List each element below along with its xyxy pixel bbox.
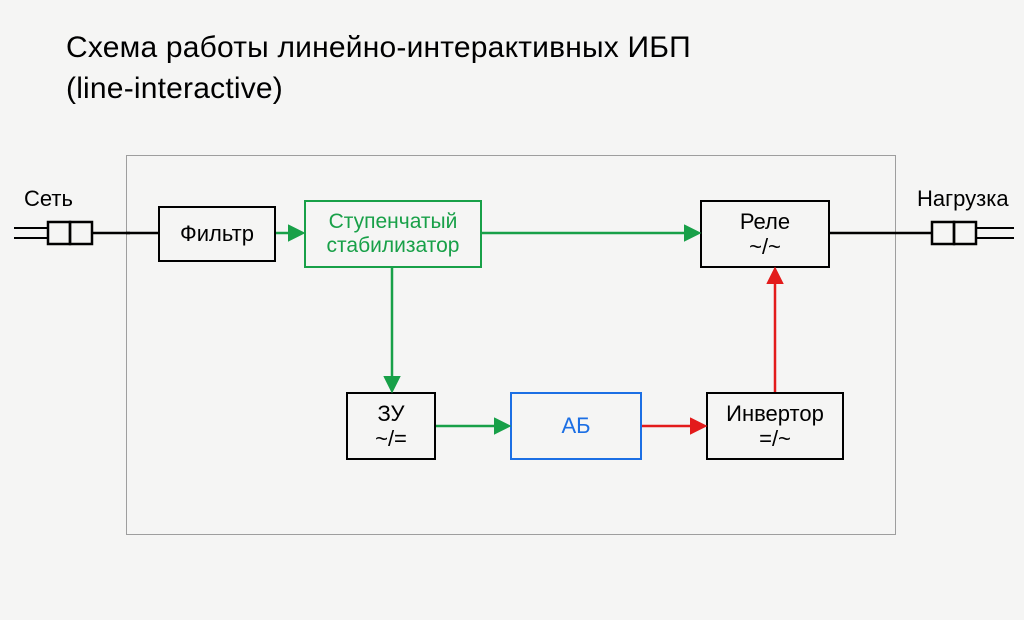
output-label: Нагрузка: [917, 186, 1009, 212]
block-filter: Фильтр: [158, 206, 276, 262]
block-stabilizer: Ступенчатый стабилизатор: [304, 200, 482, 268]
load-plug-icon: [896, 216, 1014, 255]
block-charger-sub: ~/=: [375, 426, 407, 451]
block-stabilizer-line1: Ступенчатый: [329, 210, 458, 234]
title-line-2: (line-interactive): [66, 72, 283, 105]
title-line-1: Схема работы линейно-интерактивных ИБП: [66, 31, 691, 64]
block-relay-sub: ~/~: [749, 234, 781, 259]
diagram-page: Схема работы линейно-интерактивных ИБП (…: [0, 0, 1024, 620]
block-relay-label: Реле: [740, 209, 790, 234]
mains-plug-icon: [14, 216, 130, 255]
input-label: Сеть: [24, 186, 73, 212]
block-inverter-label: Инвертор: [726, 401, 824, 426]
block-battery: АБ: [510, 392, 642, 460]
page-title: Схема работы линейно-интерактивных ИБП (…: [66, 28, 691, 109]
block-battery-label: АБ: [561, 413, 590, 438]
block-relay: Реле ~/~: [700, 200, 830, 268]
block-inverter-sub: =/~: [759, 426, 791, 451]
block-stabilizer-line2: стабилизатор: [327, 234, 460, 258]
block-charger: ЗУ ~/=: [346, 392, 436, 460]
block-inverter: Инвертор =/~: [706, 392, 844, 460]
block-charger-label: ЗУ: [377, 401, 404, 426]
block-filter-label: Фильтр: [180, 221, 254, 246]
